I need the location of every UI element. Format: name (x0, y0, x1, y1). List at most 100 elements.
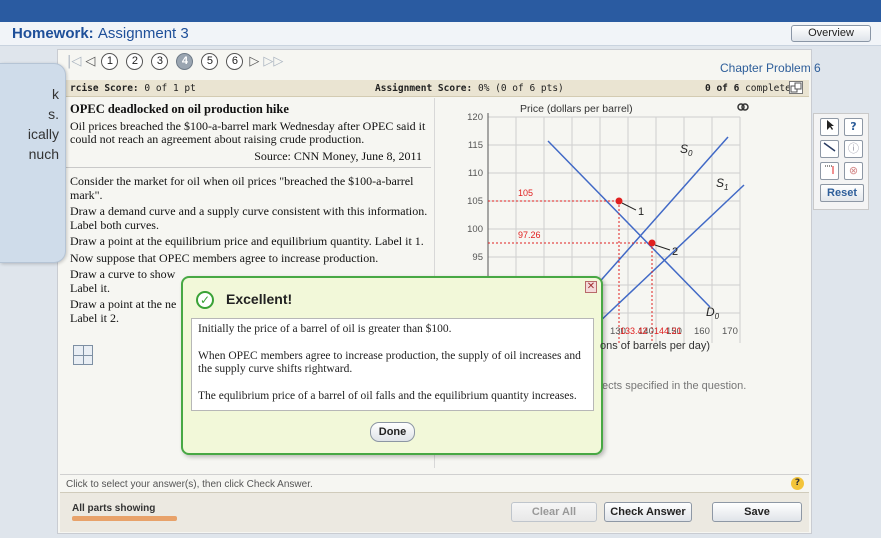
curve-label-d0-sub: 0 (715, 312, 720, 321)
y-tick: 100 (467, 224, 483, 235)
curve-label-s1-letter: S (716, 176, 724, 190)
point-label-2: 2 (672, 246, 678, 258)
parts-progress-bar (72, 516, 177, 521)
qty-values: 133.42 144.21 (620, 326, 682, 336)
pointer-icon[interactable] (820, 118, 839, 136)
price2-value: 97.26 (518, 230, 541, 240)
question-part-2: Draw a demand curve and a supply curve c… (70, 204, 428, 232)
article-text: Oil prices breached the $100-a-barrel ma… (70, 118, 426, 146)
zoom-icon[interactable] (737, 103, 749, 113)
clear-all-button[interactable]: Clear All (511, 502, 597, 522)
first-icon[interactable]: |◁ (67, 54, 81, 69)
line-icon[interactable] (820, 140, 839, 158)
title-main: Homework: (12, 25, 94, 42)
equilibrium-point-2[interactable] (648, 239, 656, 247)
assignment-score-label: Assignment Score: (375, 83, 473, 94)
curve-label-s0-sub: 0 (688, 149, 693, 158)
done-button[interactable]: Done (370, 422, 415, 442)
overview-button[interactable]: Overview (791, 25, 871, 42)
assignment-score-value: 0% (0 of 6 pts) (477, 83, 564, 94)
save-button[interactable]: Save (712, 502, 802, 522)
question-nav-2[interactable]: 2 (126, 53, 144, 70)
y-tick: 95 (472, 252, 483, 263)
next-icon[interactable]: ▷ (249, 54, 259, 69)
supply-curve-s1[interactable] (595, 184, 745, 326)
side-slideout-panel[interactable]: k s. ically nuch (0, 63, 66, 263)
article-source: Source: CNN Money, June 8, 2011 (254, 148, 422, 163)
check-answer-button[interactable]: Check Answer (604, 502, 692, 522)
last-icon[interactable]: ▷▷ (263, 54, 283, 69)
side-panel-line: ically (27, 126, 59, 142)
y-tick: 115 (468, 140, 483, 151)
question-part-5-text: Draw a curve to show (70, 267, 176, 281)
side-panel-line: k (52, 86, 59, 102)
x-tick: 170 (722, 326, 738, 337)
question-part-1: Consider the market for oil when oil pri… (70, 174, 414, 202)
parts-showing-label: All parts showing (72, 503, 156, 514)
info-icon[interactable]: ⓘ (844, 140, 863, 158)
reset-button[interactable]: Reset (820, 184, 864, 202)
side-panel-line: nuch (28, 146, 59, 162)
feedback-line-2: When OPEC members agree to increase prod… (198, 349, 581, 376)
curve-label-s0-letter: S (680, 142, 688, 156)
question-nav-6[interactable]: 6 (226, 53, 244, 70)
feedback-line-3: The equlibrium price of a barrel of oil … (198, 389, 577, 402)
curve-label-s1-sub: 1 (724, 183, 728, 192)
question-divider (66, 167, 431, 168)
question-nav-3[interactable]: 3 (151, 53, 169, 70)
bracket-icon[interactable] (820, 162, 839, 180)
exercise-score-value: 0 of 1 pt (144, 83, 196, 94)
feedback-popup: ✕ ✓ Excellent! Initially the price of a … (181, 276, 603, 455)
side-panel-line: s. (48, 106, 59, 122)
question-nav-1[interactable]: 1 (101, 53, 119, 70)
footer-bar: All parts showing Clear All Check Answer… (60, 492, 809, 532)
y-tick: 120 (467, 112, 483, 123)
x-tick: 160 (694, 326, 710, 337)
equilibrium-point-1[interactable] (615, 197, 623, 205)
curve-label-s1: S1 (716, 176, 728, 192)
instruction-text: Click to select your answer(s), then cli… (66, 479, 313, 490)
feedback-line-1: Initially the price of a barrel of oil i… (198, 323, 452, 335)
y-tick: 110 (468, 168, 483, 179)
article-headline: OPEC deadlocked on oil production hike (70, 102, 289, 116)
question-nav-5[interactable]: 5 (201, 53, 219, 70)
qty2-value: 144.21 (654, 326, 682, 336)
question-part-5-label: Label it. (70, 280, 110, 295)
top-bar (0, 0, 881, 22)
graph-xlabel: ons of barrels per day) (600, 340, 711, 352)
check-icon: ✓ (196, 291, 214, 309)
grid-icon[interactable] (73, 345, 93, 365)
question-part-4: Now suppose that OPEC members agree to i… (70, 250, 379, 265)
exercise-score: rcise Score: 0 of 1 pt (70, 83, 196, 94)
help-icon[interactable]: ? (844, 118, 863, 136)
graph-ylabel: Price (dollars per barrel) (520, 103, 633, 115)
chapter-problem-link[interactable]: Chapter Problem 6 (720, 61, 821, 75)
feedback-title: Excellent! (226, 291, 293, 307)
question-nav-4[interactable]: 4 (176, 53, 194, 70)
complete-label: complete (745, 83, 791, 94)
close-icon[interactable]: ✕ (585, 281, 597, 293)
expand-icon[interactable] (789, 81, 803, 94)
question-part-6-label: Label it 2. (70, 310, 119, 325)
title-sub: Assignment 3 (97, 25, 189, 42)
prev-icon[interactable]: ◁ (85, 54, 95, 69)
assignment-score: Assignment Score: 0% (0 of 6 pts) (375, 83, 564, 94)
help-icon[interactable]: ? (791, 477, 804, 490)
page-title: Homework: Assignment 3 (12, 25, 189, 42)
delete-icon[interactable]: ⊗ (844, 162, 863, 180)
price1-value: 105 (518, 188, 533, 198)
qty1-value: 133.42 (620, 326, 648, 336)
completion-status: 0 of 6 complete (705, 83, 791, 94)
graph-note: ects specified in the question. (602, 380, 747, 392)
feedback-body: Initially the price of a barrel of oil i… (191, 318, 594, 411)
complete-count: 0 of 6 (705, 83, 740, 94)
homework-header: Homework: Assignment 3 Overview (0, 22, 881, 46)
question-part-6-text: Draw a point at the ne (70, 297, 177, 311)
y-tick: 105 (467, 196, 483, 207)
exercise-score-label: rcise Score: (70, 83, 139, 94)
curve-label-d0-letter: D (706, 305, 715, 319)
question-part-3: Draw a point at the equilibrium price an… (70, 234, 424, 248)
curve-label-s0: S0 (680, 142, 693, 158)
instruction-line: Click to select your answer(s), then cli… (60, 474, 809, 491)
point-label-1: 1 (638, 206, 644, 218)
